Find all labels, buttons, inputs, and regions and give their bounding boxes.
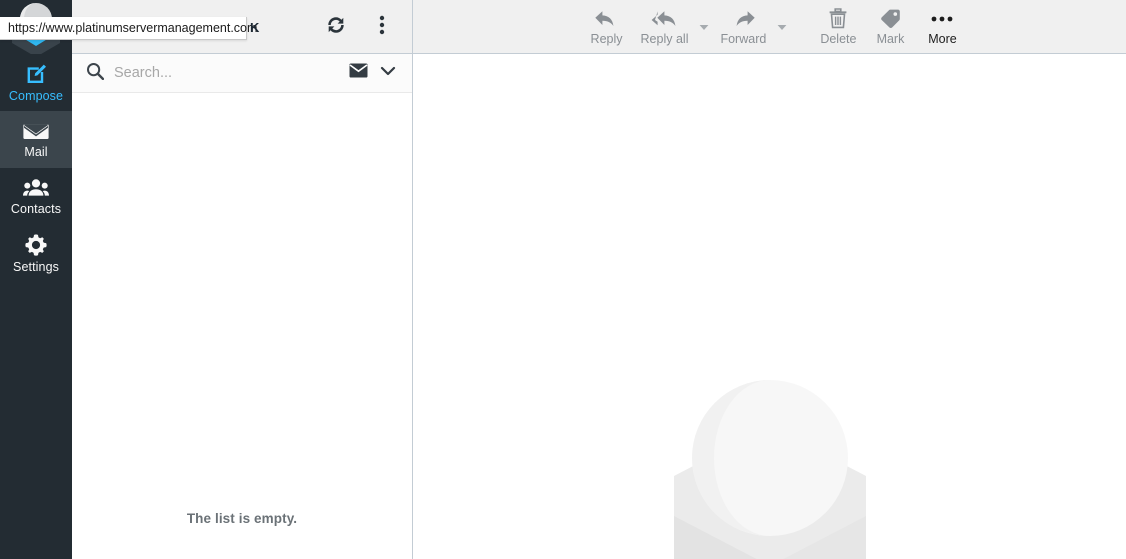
search-icon [86,62,105,85]
status-url-text: https://www.platinumservermanagement.com [8,21,258,35]
search-controls [349,63,400,83]
reply-all-dropdown[interactable] [696,3,712,51]
reply-button[interactable]: Reply [581,3,633,51]
sidebar-item-label: Mail [24,145,48,159]
task-list: Compose Mail Contacts Settings [0,54,72,282]
reply-all-button[interactable]: Reply all [633,3,697,51]
sidebar-item-label: Settings [13,260,59,274]
chevron-down-icon[interactable] [380,64,396,82]
message-content-panel: Reply Reply all Forward Delete Mark More [413,0,1126,559]
toolbar-label: Delete [820,31,857,46]
tag-icon [879,8,901,30]
chevron-down-icon [699,19,709,34]
browser-status-url: https://www.platinumservermanagement.com [0,17,257,40]
toolbar-label: Forward [720,31,767,46]
toolbar-label: More [928,31,957,46]
message-list-body[interactable]: The list is empty. [72,93,412,559]
compose-icon [24,62,48,86]
watermark-icon [673,380,866,559]
roundcube-watermark-logo [657,370,883,559]
obscured-back-label: K [250,20,260,35]
sidebar-item-settings[interactable]: Settings [0,225,72,282]
forward-arrow-icon [731,8,756,30]
contacts-people-icon [23,177,49,199]
message-list-panel: The list is empty. [72,0,413,559]
sidebar-item-contacts[interactable]: Contacts [0,168,72,225]
sidebar-item-label: Contacts [10,202,62,216]
refresh-icon [325,14,347,39]
empty-list-message: The list is empty. [186,511,298,526]
refresh-button[interactable] [316,7,356,47]
sidebar-item-label: Compose [8,89,64,103]
toolbar-label: Reply all [640,31,689,46]
envelope-icon[interactable] [349,63,368,83]
reply-arrow-icon [594,8,619,30]
list-options-button[interactable] [362,7,402,47]
task-sidebar: Compose Mail Contacts Settings [0,0,72,559]
toolbar-label: Reply [590,31,623,46]
sidebar-item-mail[interactable]: Mail [0,111,72,168]
search-bar[interactable] [72,54,412,93]
toolbar-label: Mark [876,31,905,46]
settings-gear-icon [24,233,48,257]
three-dots-horizontal-icon [930,8,954,30]
delete-button[interactable]: Delete [812,3,864,51]
mail-envelope-icon [23,120,49,142]
forward-button[interactable]: Forward [712,3,774,51]
message-toolbar: Reply Reply all Forward Delete Mark More [413,0,1126,54]
trash-icon [828,8,848,30]
chevron-down-icon [777,19,787,34]
sidebar-item-compose[interactable]: Compose [0,54,72,111]
reply-all-arrow-icon [650,8,679,30]
mark-button[interactable]: Mark [864,3,916,51]
search-input[interactable] [114,58,339,88]
forward-dropdown[interactable] [774,3,790,51]
message-content-body [413,54,1126,559]
app-window: Compose Mail Contacts Settings Search...… [0,0,1126,559]
more-button[interactable]: More [916,3,968,51]
three-dots-vertical-icon [379,14,385,39]
